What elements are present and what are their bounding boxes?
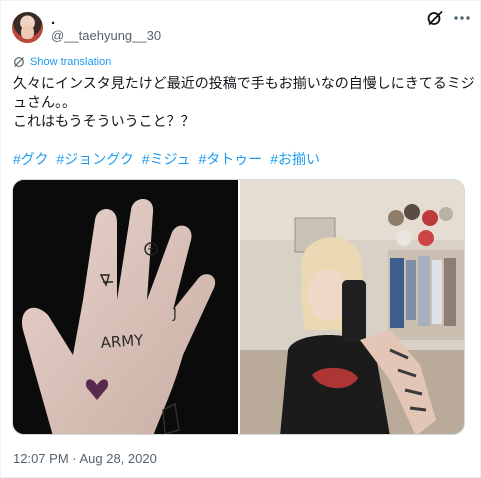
display-name[interactable]: . [51,12,55,28]
translate-icon [14,57,24,67]
tweet-line: ュさん。。 [13,94,76,110]
tweet-line: 久々にインスタ見たけど最近の投稿で手もお揃いなの自慢しにきてるミジ [13,75,475,91]
show-translation-link[interactable]: Show translation [13,55,111,69]
timestamp[interactable]: 12:07 PM · Aug 28, 2020 [13,451,157,467]
grok-icon[interactable] [426,9,444,27]
hashtag[interactable]: #グク [13,151,49,167]
hashtag[interactable]: #ジョングク [56,151,134,167]
hashtag[interactable]: #タトゥー [199,151,263,167]
mirror-selfie-photo[interactable] [240,180,464,434]
handle[interactable]: @__taehyung__30 [51,28,161,44]
hashtag-list: #グク #ジョングク #ミジュ #タトゥー #お揃い [13,150,324,169]
hashtag[interactable]: #ミジュ [142,151,191,167]
show-translation-label: Show translation [30,56,112,68]
tattoo-letter: J [172,307,177,322]
more-icon[interactable] [452,9,472,27]
tweet-card: . @__taehyung__30 Show translation 久々にイン… [0,0,481,478]
avatar[interactable] [12,12,43,43]
media-grid: ARMY J [12,179,465,435]
hand-tattoo-photo[interactable]: ARMY J [13,180,238,434]
tattoo-letters: ARMY [100,331,145,352]
hashtag[interactable]: #お揃い [270,151,320,167]
tweet-text: 久々にインスタ見たけど最近の投稿で手もお揃いなの自慢しにきてるミジ ュさん。。 … [13,74,475,131]
tweet-line: これはもうそういうこと？？ [13,113,195,129]
